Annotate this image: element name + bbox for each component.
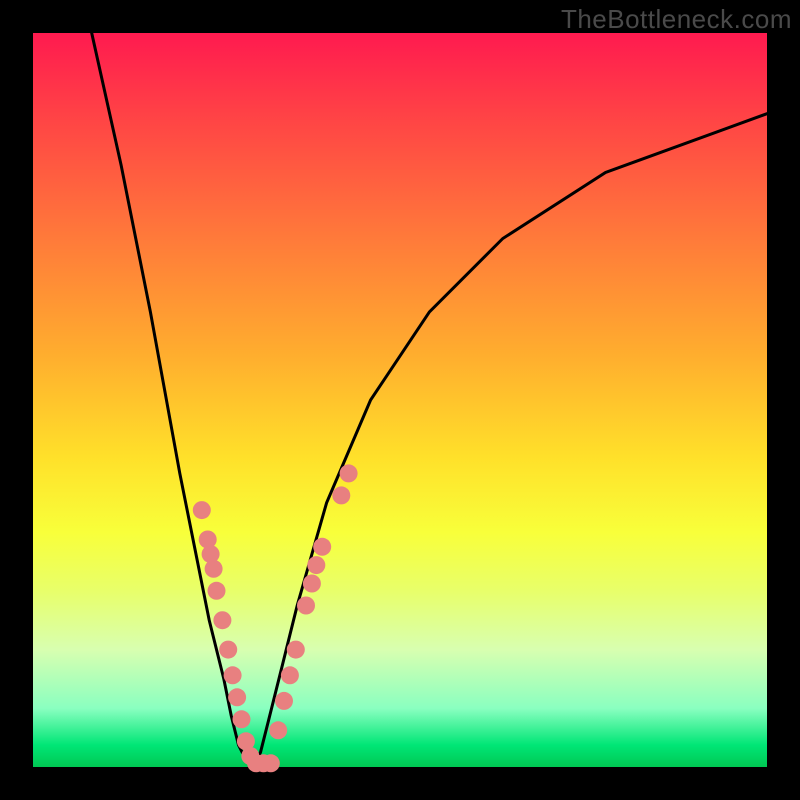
chart-frame: TheBottleneck.com [0,0,800,800]
watermark-text: TheBottleneck.com [561,4,792,35]
plot-gradient-background [33,33,767,767]
